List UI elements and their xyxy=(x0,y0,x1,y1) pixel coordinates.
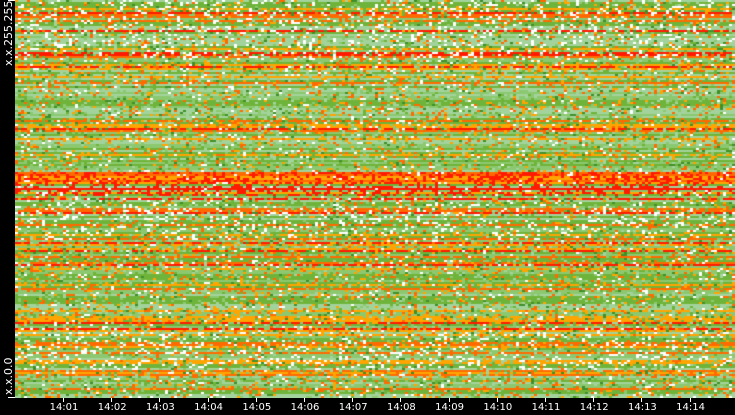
x-tick-label: 14:12 xyxy=(579,402,609,413)
heatmap-plot-area[interactable] xyxy=(15,0,735,398)
x-tick-label: 14:04 xyxy=(194,402,224,413)
y-label-top-text: x.x.255.255 xyxy=(2,0,15,66)
x-tick-label: 14:05 xyxy=(242,402,272,413)
y-label-bottom: x.x.0.0 xyxy=(0,340,15,400)
x-tick-label: 14:03 xyxy=(145,402,175,413)
x-tick-label: 14:14 xyxy=(676,402,706,413)
x-tick-label: 14:09 xyxy=(435,402,465,413)
x-tick-label: 14:10 xyxy=(483,402,513,413)
y-axis: x.x.255.255 x.x.0.0 xyxy=(0,0,15,415)
x-tick-label: 14:08 xyxy=(386,402,416,413)
x-tick-label: 14:06 xyxy=(290,402,320,413)
x-axis: 14:01 14:02 14:03 14:04 14:05 14:06 14:07 14:08… xyxy=(0,398,735,415)
y-label-top: x.x.255.255 xyxy=(0,0,15,70)
x-tick-label: 14:11 xyxy=(531,402,561,413)
x-tick-label: 14:02 xyxy=(97,402,127,413)
x-tick-label: 14:01 xyxy=(49,402,79,413)
y-label-bottom-text: x.x.0.0 xyxy=(2,357,15,395)
x-tick-label: 14:13 xyxy=(627,402,657,413)
heatmap-chart: x.x.255.255 x.x.0.0 14:01 14:02 14:03 14:04… xyxy=(0,0,735,415)
x-tick-label: 14:07 xyxy=(338,402,368,413)
